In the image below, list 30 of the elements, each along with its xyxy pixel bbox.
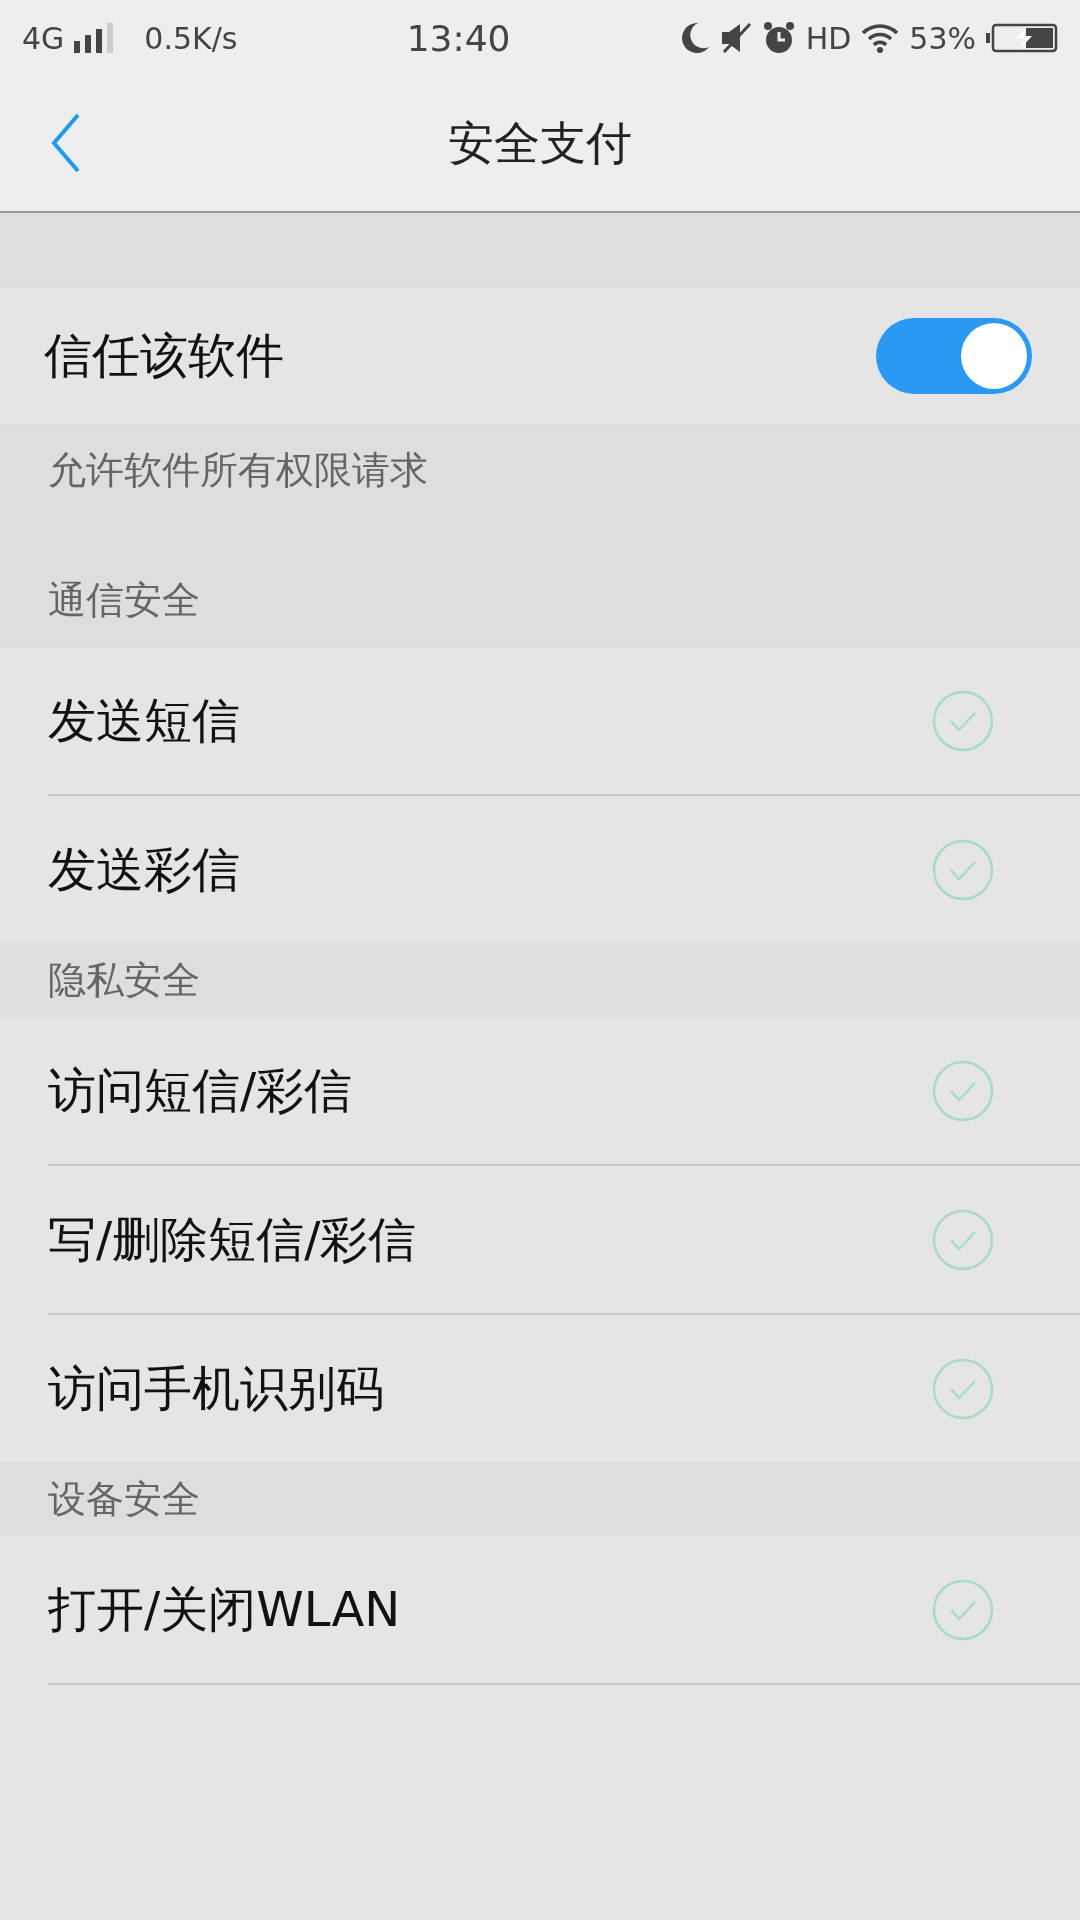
trust-description: 允许软件所有权限请求 — [48, 448, 428, 492]
section-title: 设备安全 — [48, 1475, 200, 1523]
moon-icon — [679, 22, 710, 54]
permission-label: 发送彩信 — [48, 839, 240, 899]
permission-label: 打开/关闭WLAN — [48, 1579, 401, 1639]
network-type: 4G — [22, 20, 65, 56]
check-icon[interactable] — [932, 689, 994, 752]
clock: 13:40 — [406, 17, 511, 59]
permission-label: 访问短信/彩信 — [48, 1060, 353, 1120]
back-icon — [50, 113, 82, 173]
page-title: 安全支付 — [448, 114, 632, 172]
back-button[interactable] — [50, 113, 82, 173]
battery-icon — [986, 23, 1058, 53]
section-title: 通信安全 — [48, 577, 200, 624]
check-icon[interactable] — [932, 1208, 994, 1271]
mute-icon — [719, 22, 752, 54]
trust-label: 信任该软件 — [44, 326, 284, 385]
check-icon[interactable] — [932, 1357, 994, 1420]
check-icon[interactable] — [932, 1059, 994, 1122]
section-title: 隐私安全 — [48, 956, 200, 1004]
hd-indicator: HD — [805, 20, 852, 56]
alarm-icon — [761, 21, 796, 55]
battery-percent: 53% — [909, 20, 976, 56]
network-speed: 0.5K/s — [144, 20, 238, 56]
permission-label: 访问手机识别码 — [48, 1358, 384, 1418]
check-icon[interactable] — [932, 1578, 994, 1641]
permission-label: 发送短信 — [48, 690, 240, 750]
permission-label: 写/删除短信/彩信 — [48, 1209, 417, 1269]
check-icon[interactable] — [932, 838, 994, 901]
wifi-icon — [861, 23, 900, 53]
